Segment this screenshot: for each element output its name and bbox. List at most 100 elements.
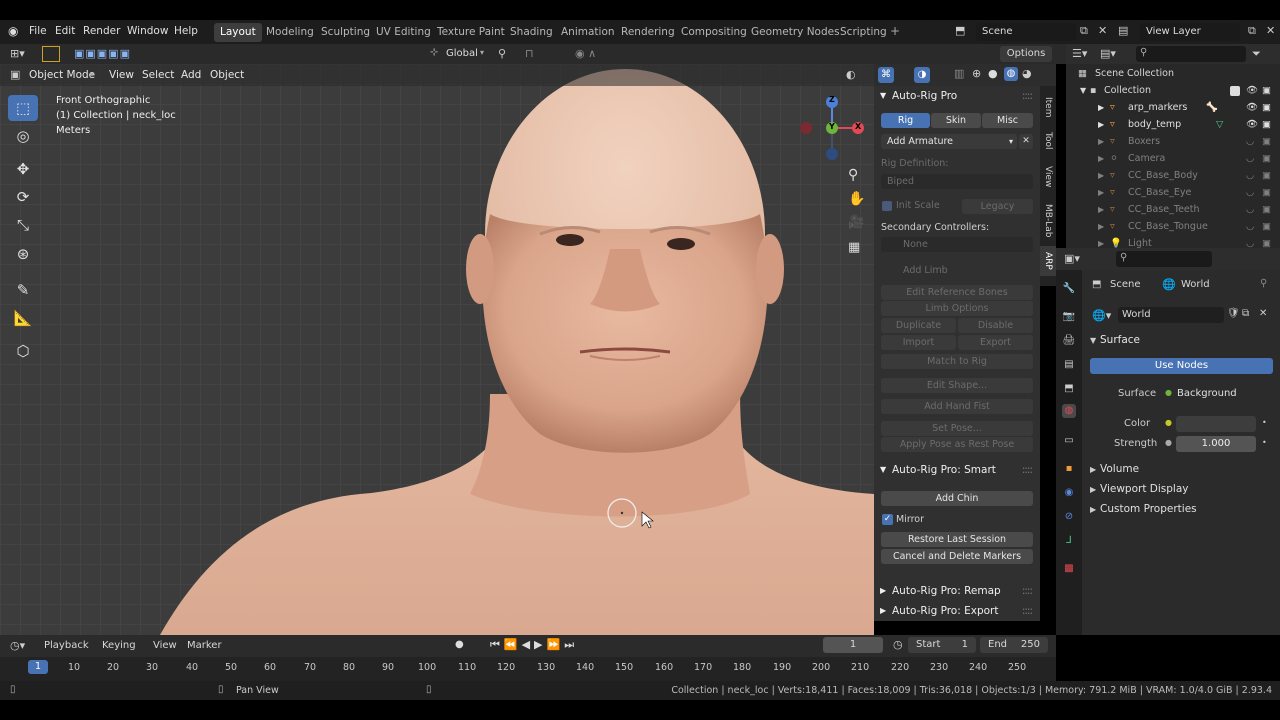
overlay-toggle-icon[interactable]: ◑ [914, 67, 930, 83]
tab-item[interactable]: Item [1040, 92, 1056, 122]
options-button[interactable]: Options [1000, 46, 1052, 62]
current-frame-field[interactable]: 1 [823, 637, 883, 653]
duplicate-icon[interactable]: ⧉ [1242, 308, 1249, 319]
xray-icon[interactable]: ▥ [954, 67, 964, 80]
list-item[interactable]: ▼ ▪ Collection 👁 ▣ [1066, 83, 1280, 99]
tab-skin[interactable]: Skin [931, 113, 981, 128]
ortho-toggle-icon[interactable]: ▦ [848, 240, 860, 255]
camera-icon[interactable]: ▣ [1262, 168, 1271, 184]
mirror-checkbox[interactable]: ✓ [882, 514, 893, 525]
scene-field[interactable]: Scene [976, 23, 1076, 41]
menu-view[interactable]: View [109, 69, 134, 81]
texture-props-icon[interactable]: ▩ [1062, 562, 1076, 576]
blender-logo-icon[interactable]: ◉ [8, 24, 18, 38]
tab-geometry-nodes[interactable]: Geometry Nodes [745, 23, 846, 42]
eye-hidden-icon[interactable]: ◡ [1246, 168, 1254, 184]
playhead[interactable]: 1 [28, 660, 48, 674]
scale-tool-icon[interactable]: ⤡ [8, 212, 38, 238]
tool-props-icon[interactable]: 🔧 [1062, 282, 1076, 296]
select-tool-icon[interactable]: ⬚ [8, 95, 38, 121]
scene-breadcrumb[interactable]: Scene [1110, 279, 1141, 290]
keyframe-dot-icon[interactable]: • [1262, 438, 1267, 447]
cancel-markers-button[interactable]: Cancel and Delete Markers [881, 549, 1033, 564]
arp-smart-header[interactable]: ▼ Auto-Rig Pro: Smart :::: [878, 460, 1036, 480]
list-item[interactable]: ▦ Scene Collection [1066, 66, 1280, 82]
object-props-icon[interactable]: ▪ [1062, 462, 1076, 476]
menu-help[interactable]: Help [174, 25, 198, 37]
collection-props-icon[interactable]: ▭ [1062, 434, 1076, 448]
delete-scene-icon[interactable]: ✕ [1098, 24, 1107, 37]
constraint-props-icon[interactable]: ⊘ [1062, 510, 1076, 524]
eye-icon[interactable]: 👁 [1246, 117, 1258, 133]
copy-view-layer-icon[interactable]: ⧉ [1248, 24, 1256, 38]
list-item[interactable]: ▶ ▿ CC_Base_Teeth ◡ ▣ [1066, 202, 1280, 218]
use-nodes-button[interactable]: Use Nodes [1090, 358, 1273, 374]
drag-grip-icon[interactable]: :::: [1022, 460, 1033, 480]
editor-type-icon[interactable]: ⊞▾ [10, 47, 25, 60]
filter-icon[interactable]: ⏷ [1252, 47, 1261, 61]
end-frame-field[interactable]: End 250 [980, 637, 1048, 653]
menu-object[interactable]: Object [210, 69, 244, 81]
delete-view-layer-icon[interactable]: ✕ [1266, 24, 1275, 37]
snap-icon[interactable]: ⊓ [525, 47, 534, 60]
clock-icon[interactable]: ◷ [893, 638, 903, 651]
tab-uv-editing[interactable]: UV Editing [370, 23, 437, 42]
menu-keying[interactable]: Keying [102, 640, 136, 651]
material-shading-icon[interactable]: ◍ [1004, 67, 1018, 81]
eye-hidden-icon[interactable]: ◡ [1246, 202, 1254, 218]
navigation-gizmo[interactable]: Z Y X [800, 92, 870, 162]
solid-shading-icon[interactable]: ● [988, 67, 998, 80]
pin-icon[interactable]: ⚲ [1260, 278, 1267, 289]
edit-shape-button[interactable]: Edit Shape... [881, 378, 1033, 393]
tab-rig[interactable]: Rig [881, 113, 930, 128]
tab-modeling[interactable]: Modeling [260, 23, 320, 42]
start-frame-field[interactable]: Start 1 [908, 637, 976, 653]
proportional-edit-icon[interactable]: ◉ ∧ [575, 47, 596, 60]
eye-icon[interactable]: 👁 [1246, 100, 1258, 116]
render-props-icon[interactable]: 📷 [1062, 310, 1076, 324]
eye-hidden-icon[interactable]: ◡ [1246, 134, 1254, 150]
drag-grip-icon[interactable]: :::: [1022, 601, 1033, 621]
pivot-icon[interactable]: ⚲ [498, 47, 506, 60]
transform-tool-icon[interactable]: ⊛ [8, 241, 38, 267]
tab-sculpting[interactable]: Sculpting [315, 23, 376, 42]
physics-props-icon[interactable]: ◉ [1062, 486, 1076, 500]
view-layer-field[interactable]: View Layer [1140, 23, 1240, 41]
arp-panel-header[interactable]: ▼ Auto-Rig Pro :::: [878, 86, 1036, 106]
add-limb-dropdown[interactable]: Add Limb [881, 263, 1033, 278]
restore-session-button[interactable]: Restore Last Session [881, 532, 1033, 547]
camera-icon[interactable]: ▣ [1262, 117, 1271, 133]
world-name-field[interactable]: World [1118, 307, 1224, 323]
surface-value[interactable]: Background [1177, 388, 1237, 399]
menu-playback[interactable]: Playback [44, 640, 89, 651]
edit-reference-bones-button[interactable]: Edit Reference Bones [881, 285, 1033, 300]
menu-select[interactable]: Select [142, 69, 174, 81]
duplicate-button[interactable]: Duplicate [881, 318, 956, 333]
cursor-tool-icon[interactable]: ◎ [8, 123, 38, 149]
3d-viewport[interactable] [0, 64, 874, 635]
tab-scripting[interactable]: Scripting [834, 23, 893, 42]
list-item[interactable]: ▶ ▿ Boxers ◡ ▣ [1066, 134, 1280, 150]
orientation-icon[interactable]: ⊹ [430, 47, 438, 58]
camera-icon[interactable]: ▣ [1262, 202, 1271, 218]
tab-animation[interactable]: Animation [555, 23, 621, 42]
collection-checkbox[interactable] [1230, 86, 1240, 96]
selection-mode-icons[interactable]: ▣▣▣▣▣ [74, 47, 131, 60]
camera-icon[interactable]: ▣ [1262, 151, 1271, 167]
annotate-tool-icon[interactable]: ✎ [8, 277, 38, 303]
set-pose-button[interactable]: Set Pose... [881, 421, 1033, 436]
strength-field[interactable]: 1.000 [1176, 436, 1256, 452]
menu-edit[interactable]: Edit [55, 25, 75, 37]
drag-grip-icon[interactable]: :::: [1022, 86, 1033, 106]
list-item[interactable]: ▶ ▿ arp_markers 🦴 👁 ▣ [1066, 100, 1280, 116]
list-item[interactable]: ▶ ▿ CC_Base_Eye ◡ ▣ [1066, 185, 1280, 201]
menu-add[interactable]: Add [181, 69, 201, 81]
add-cube-tool-icon[interactable]: ⬡ [8, 338, 38, 364]
close-icon[interactable]: ✕ [1019, 134, 1033, 149]
object-mode-dropdown[interactable]: Object Mode [29, 69, 95, 81]
tab-compositing[interactable]: Compositing [675, 23, 753, 42]
timeline-ruler[interactable]: 1 10 20 30 40 50 60 70 80 90 100 110 120… [0, 657, 1056, 681]
match-to-rig-button[interactable]: Match to Rig [881, 354, 1033, 369]
display-mode-icon[interactable]: ▤▾ [1100, 47, 1116, 60]
eye-icon[interactable]: 👁 [1246, 83, 1258, 99]
